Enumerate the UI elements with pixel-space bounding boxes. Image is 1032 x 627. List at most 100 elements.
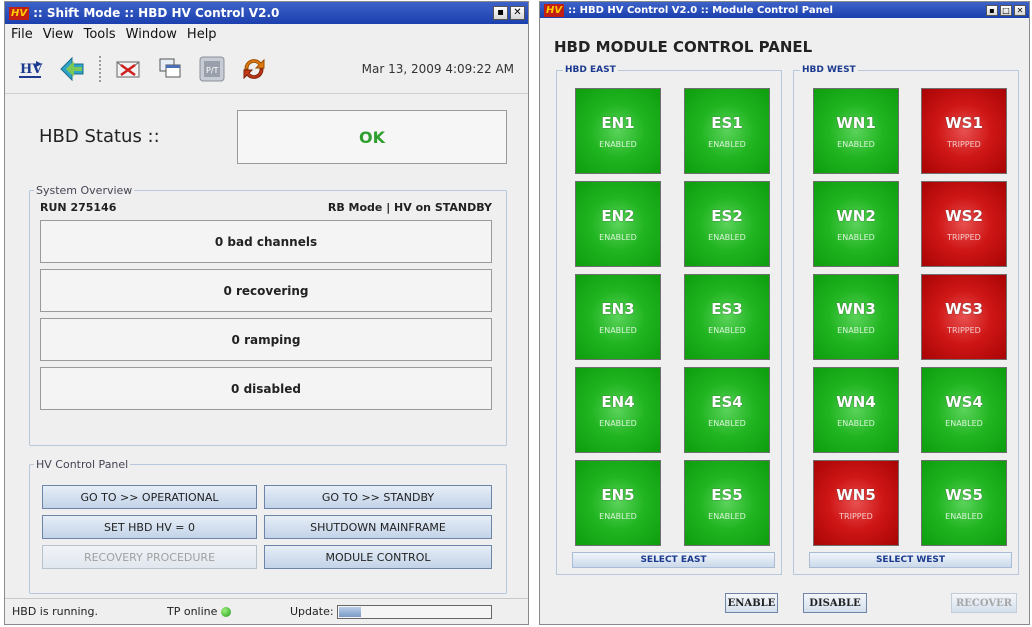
module-name: ES1 [711,113,743,132]
hv-control-panel: HV Control Panel GO TO >> OPERATIONAL GO… [29,458,507,594]
module-name: WN1 [836,113,876,132]
enable-button[interactable]: ENABLE [725,593,778,613]
status-bar: HBD is running. TP online Update: [5,598,528,624]
module-name: EN3 [601,299,635,318]
right-window-titlebar[interactable]: HV :: HBD HV Control V2.0 :: Module Cont… [540,2,1029,18]
west-module-grid: WN1 ENABLED WS1 TRIPPED WN2 ENABLED WS2 TRIPPED… [813,88,1007,546]
panel-heading: HBD MODULE CONTROL PANEL [554,38,813,56]
module-state: ENABLED [599,232,637,242]
module-control-window: HV :: HBD HV Control V2.0 :: Module Cont… [539,1,1030,625]
module-name: WN5 [836,485,876,504]
module-state: ENABLED [945,511,983,521]
module-name: EN5 [601,485,635,504]
recover-button: RECOVER [951,593,1017,613]
module-name: WN4 [836,392,876,411]
module-state: ENABLED [708,511,746,521]
module-tile-wn1[interactable]: WN1 ENABLED [813,88,899,174]
module-tile-en4[interactable]: EN4 ENABLED [575,367,661,453]
set-hv-zero-button[interactable]: SET HBD HV = 0 [42,515,257,539]
module-tile-es5[interactable]: ES5 ENABLED [684,460,770,546]
menu-window[interactable]: Window [126,27,177,42]
hv-logo: HV [544,3,565,17]
module-name: WN3 [836,299,876,318]
module-tile-ws3[interactable]: WS3 TRIPPED [921,274,1007,360]
module-tile-es1[interactable]: ES1 ENABLED [684,88,770,174]
menu-view[interactable]: View [43,27,74,42]
tp-online-label: TP online [167,605,218,618]
module-state: TRIPPED [947,232,981,242]
window-icon[interactable] [155,54,185,84]
recovery-procedure-button: RECOVERY PROCEDURE [42,545,257,569]
module-tile-en1[interactable]: EN1 ENABLED [575,88,661,174]
module-state: ENABLED [837,325,875,335]
module-tile-ws5[interactable]: WS5 ENABLED [921,460,1007,546]
tp-online-indicator: TP online [167,605,232,618]
module-tile-en3[interactable]: EN3 ENABLED [575,274,661,360]
menu-tools[interactable]: Tools [84,27,116,42]
module-tile-wn5[interactable]: WN5 TRIPPED [813,460,899,546]
module-tile-es3[interactable]: ES3 ENABLED [684,274,770,360]
module-state: ENABLED [599,139,637,149]
module-name: EN2 [601,206,635,225]
module-tile-es4[interactable]: ES4 ENABLED [684,367,770,453]
hbd-status-value: OK [237,110,507,164]
module-name: WS1 [945,113,983,132]
module-state: TRIPPED [947,325,981,335]
refresh-icon[interactable] [239,54,269,84]
module-state: ENABLED [599,325,637,335]
module-name: ES5 [711,485,743,504]
disabled-box: 0 disabled [40,367,492,410]
close-button[interactable]: ✕ [1014,4,1026,16]
toolbar-separator [99,55,101,82]
close-button[interactable]: ✕ [510,6,525,20]
minimize-button[interactable]: ▪ [493,6,508,20]
arrow-icon[interactable] [57,54,87,84]
mail-icon[interactable] [113,54,143,84]
module-name: WS4 [945,392,983,411]
right-window-title: :: HBD HV Control V2.0 :: Module Control… [568,4,833,16]
hbd-east-legend: HBD EAST [563,65,618,75]
disable-button[interactable]: DISABLE [803,593,867,613]
module-state: ENABLED [837,418,875,428]
maximize-button[interactable]: □ [1000,4,1012,16]
module-control-button[interactable]: MODULE CONTROL [264,545,492,569]
hbd-west-group: HBD WEST WN1 ENABLED WS1 TRIPPED WN2 ENABLED W… [793,65,1019,575]
left-window-title: :: Shift Mode :: HBD HV Control V2.0 [33,6,280,20]
hbd-status-row: HBD Status :: OK [5,110,528,166]
hbd-west-legend: HBD WEST [800,65,858,75]
module-tile-ws4[interactable]: WS4 ENABLED [921,367,1007,453]
module-state: ENABLED [708,418,746,428]
module-state: ENABLED [837,232,875,242]
module-tile-wn2[interactable]: WN2 ENABLED [813,181,899,267]
ramping-box: 0 ramping [40,318,492,361]
left-window-titlebar[interactable]: HV :: Shift Mode :: HBD HV Control V2.0 … [5,2,528,24]
menu-help[interactable]: Help [187,27,217,42]
system-overview: System Overview RUN 275146 RB Mode | HV … [29,184,507,446]
module-state: TRIPPED [839,511,873,521]
menu-file[interactable]: File [11,27,33,42]
module-tile-en5[interactable]: EN5 ENABLED [575,460,661,546]
go-standby-button[interactable]: GO TO >> STANDBY [264,485,492,509]
module-tile-ws2[interactable]: WS2 TRIPPED [921,181,1007,267]
update-indicator: Update: [290,604,492,619]
hv-icon[interactable]: HV [15,54,45,84]
shutdown-mainframe-button[interactable]: SHUTDOWN MAINFRAME [264,515,492,539]
minimize-button[interactable]: ▪ [986,4,998,16]
recovering-box: 0 recovering [40,269,492,312]
datetime: Mar 13, 2009 4:09:22 AM [361,61,514,76]
go-operational-button[interactable]: GO TO >> OPERATIONAL [42,485,257,509]
module-tile-ws1[interactable]: WS1 TRIPPED [921,88,1007,174]
update-progress-fill [338,606,362,617]
update-progress-bar [336,604,492,619]
module-tile-es2[interactable]: ES2 ENABLED [684,181,770,267]
module-state: ENABLED [599,511,637,521]
module-tile-wn4[interactable]: WN4 ENABLED [813,367,899,453]
module-name: EN4 [601,392,635,411]
module-name: WS5 [945,485,983,504]
select-west-button[interactable]: SELECT WEST [809,552,1012,568]
pt-icon[interactable]: P/T [197,54,227,84]
module-tile-wn3[interactable]: WN3 ENABLED [813,274,899,360]
select-east-button[interactable]: SELECT EAST [572,552,775,568]
hbd-east-group: HBD EAST EN1 ENABLED ES1 ENABLED EN2 ENABLED E… [556,65,782,575]
module-tile-en2[interactable]: EN2 ENABLED [575,181,661,267]
